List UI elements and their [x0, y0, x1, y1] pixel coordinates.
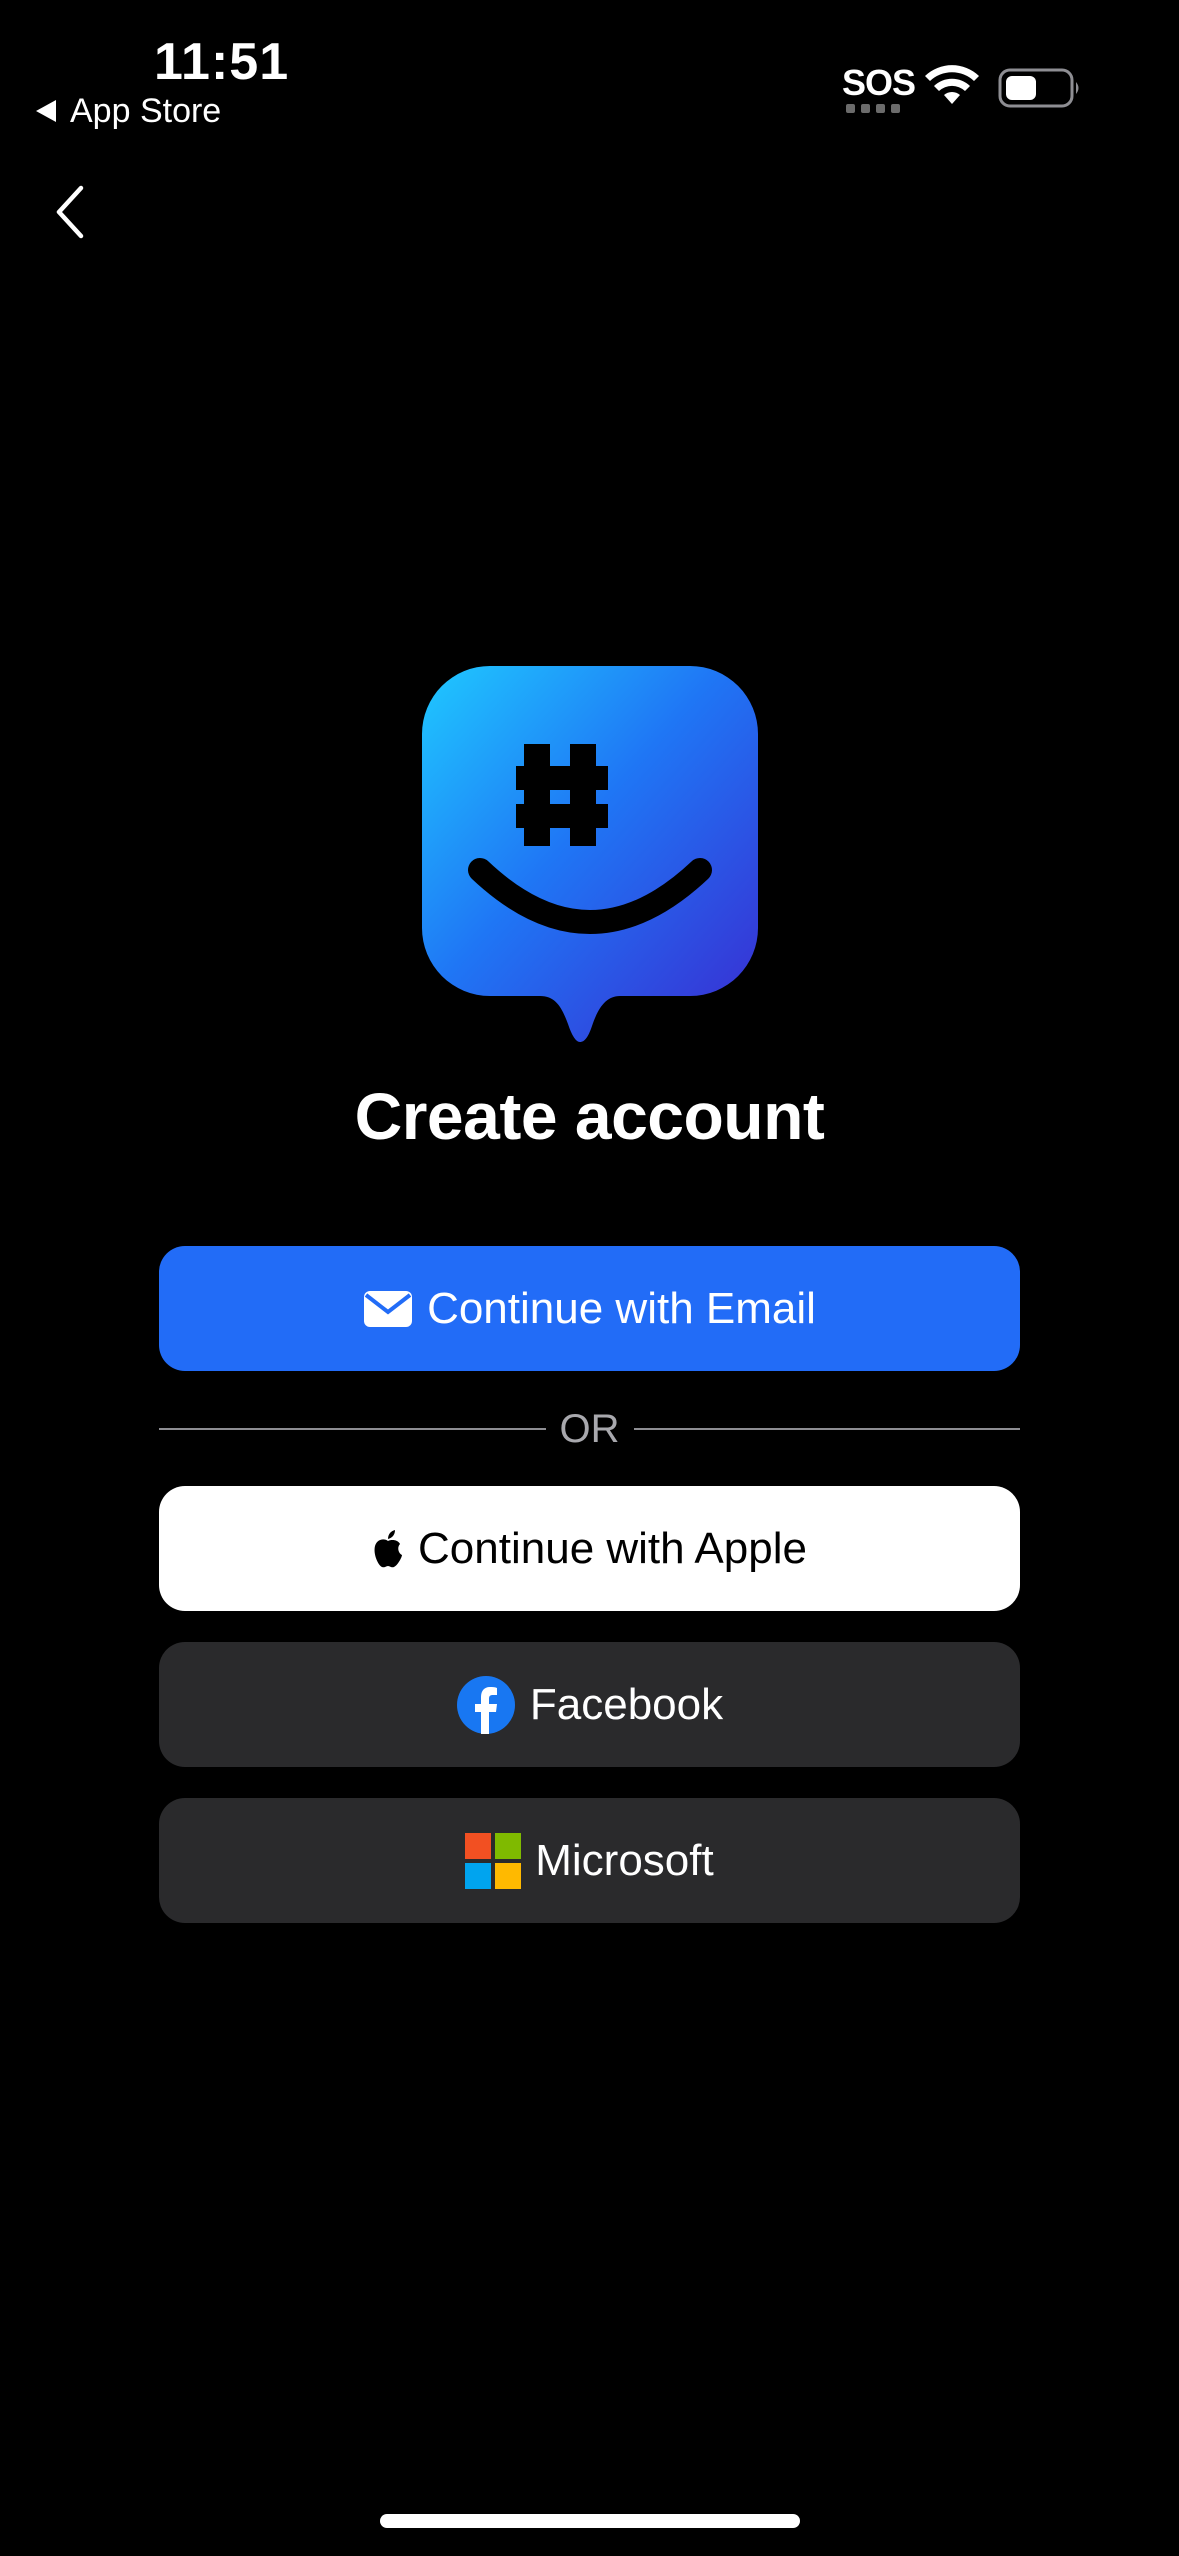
divider-line-left [159, 1428, 546, 1430]
back-to-app-store-link[interactable]: App Store [36, 90, 221, 132]
apple-button-label: Continue with Apple [418, 1523, 807, 1573]
back-app-label: App Store [70, 91, 222, 130]
email-button-label: Continue with Email [427, 1283, 816, 1333]
microsoft-button-label: Microsoft [535, 1835, 714, 1885]
status-bar: 11:51 App Store SOS [0, 0, 1179, 140]
apple-icon [372, 1529, 404, 1569]
continue-with-apple-button[interactable]: Continue with Apple [159, 1486, 1020, 1611]
home-indicator[interactable] [380, 2514, 800, 2528]
back-button[interactable] [40, 180, 100, 244]
continue-with-email-button[interactable]: Continue with Email [159, 1246, 1020, 1371]
sos-indicator: SOS [842, 62, 916, 103]
or-label: OR [559, 1406, 620, 1451]
continue-with-facebook-button[interactable]: Facebook [159, 1642, 1020, 1767]
facebook-button-label: Facebook [529, 1679, 724, 1729]
cellular-signal-icon [846, 104, 900, 113]
envelope-icon [363, 1289, 413, 1329]
microsoft-icon [465, 1832, 522, 1889]
app-logo [420, 664, 760, 1050]
continue-with-microsoft-button[interactable]: Microsoft [159, 1798, 1020, 1923]
divider-line-right [633, 1428, 1020, 1430]
status-time: 11:51 [154, 33, 290, 91]
facebook-icon [456, 1675, 516, 1735]
chevron-left-icon [56, 185, 84, 239]
page-title: Create account [354, 1079, 825, 1153]
back-triangle-icon [36, 100, 56, 122]
wifi-icon [924, 64, 980, 113]
or-divider: OR [159, 1402, 1020, 1456]
battery-icon [998, 68, 1082, 113]
